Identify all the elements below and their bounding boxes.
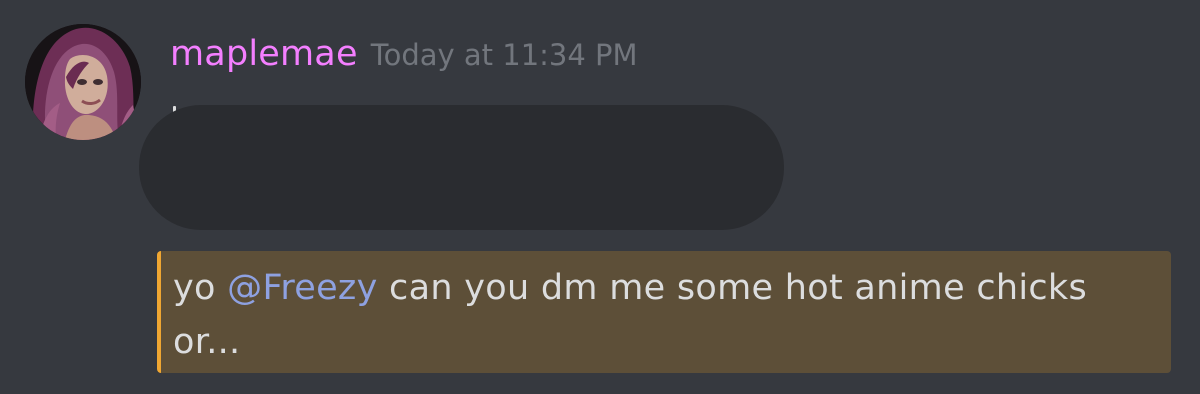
avatar-photo: [25, 24, 141, 140]
message-text: yo @Freezy can you dm me some hot anime …: [173, 261, 1158, 369]
highlighted-mention-message: yo @Freezy can you dm me some hot anime …: [157, 251, 1171, 373]
message-group: maplemae Today at 11:34 PM yo @Freezy ca…: [0, 0, 1200, 394]
message-timestamp: Today at 11:34 PM: [370, 38, 638, 72]
user-mention[interactable]: @Freezy: [227, 268, 377, 308]
message-header: maplemae Today at 11:34 PM: [170, 34, 638, 84]
avatar[interactable]: [25, 24, 141, 140]
author-username[interactable]: maplemae: [170, 34, 358, 74]
message-text-prefix: yo: [173, 268, 228, 308]
redaction-overlay: [139, 105, 784, 230]
